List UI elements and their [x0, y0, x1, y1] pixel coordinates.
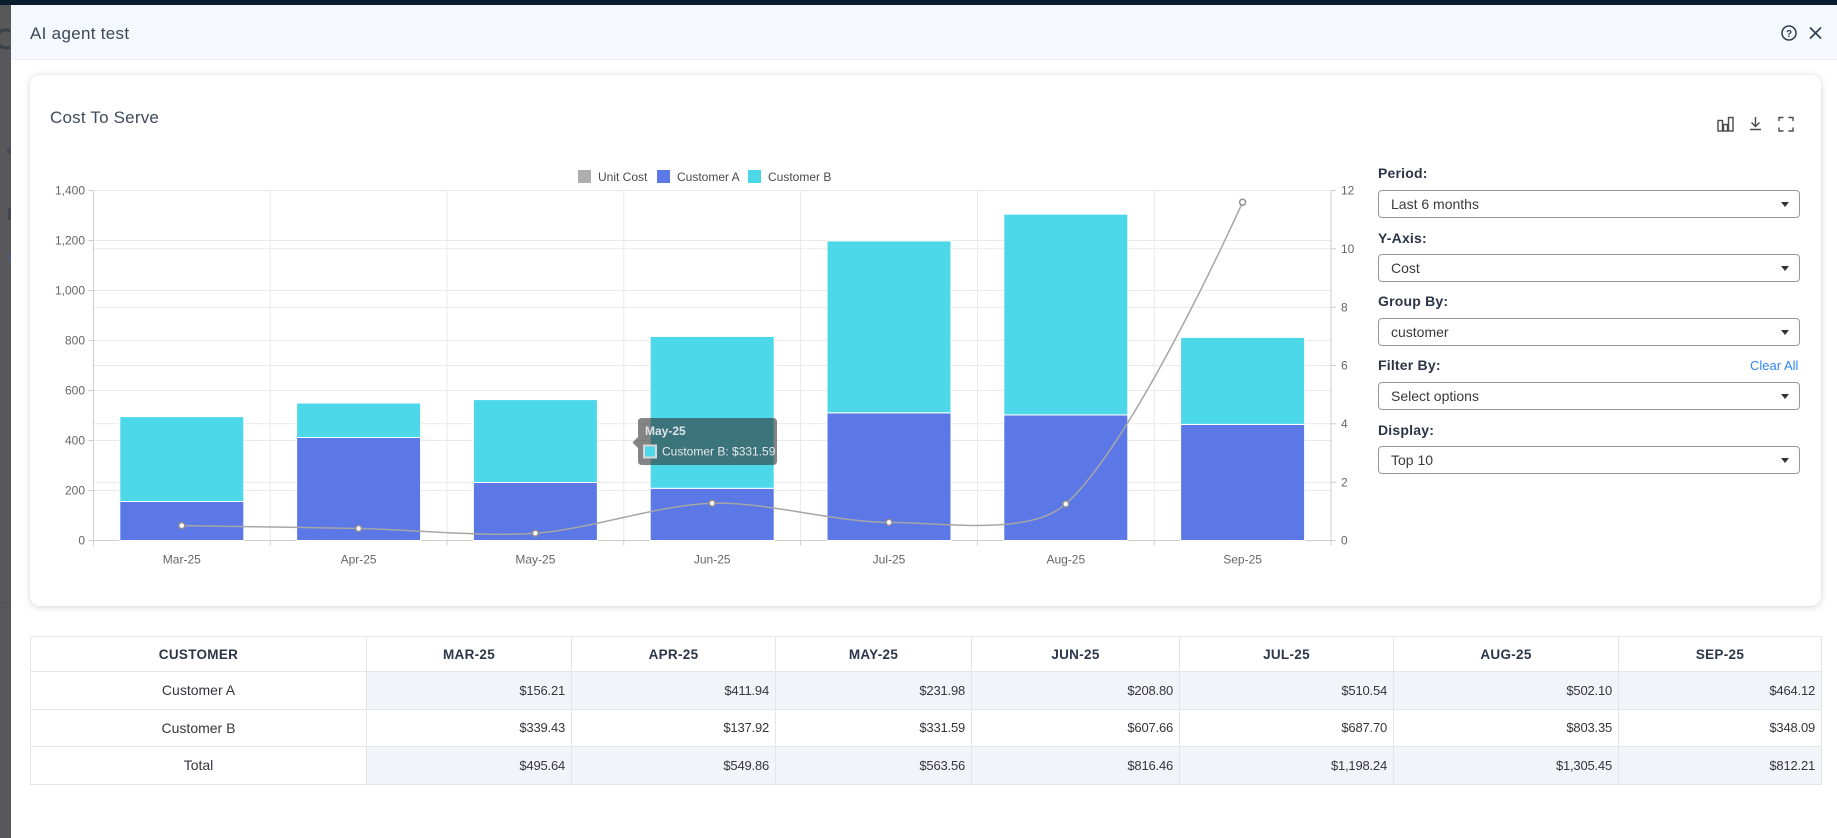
- svg-text:?: ?: [1786, 29, 1792, 40]
